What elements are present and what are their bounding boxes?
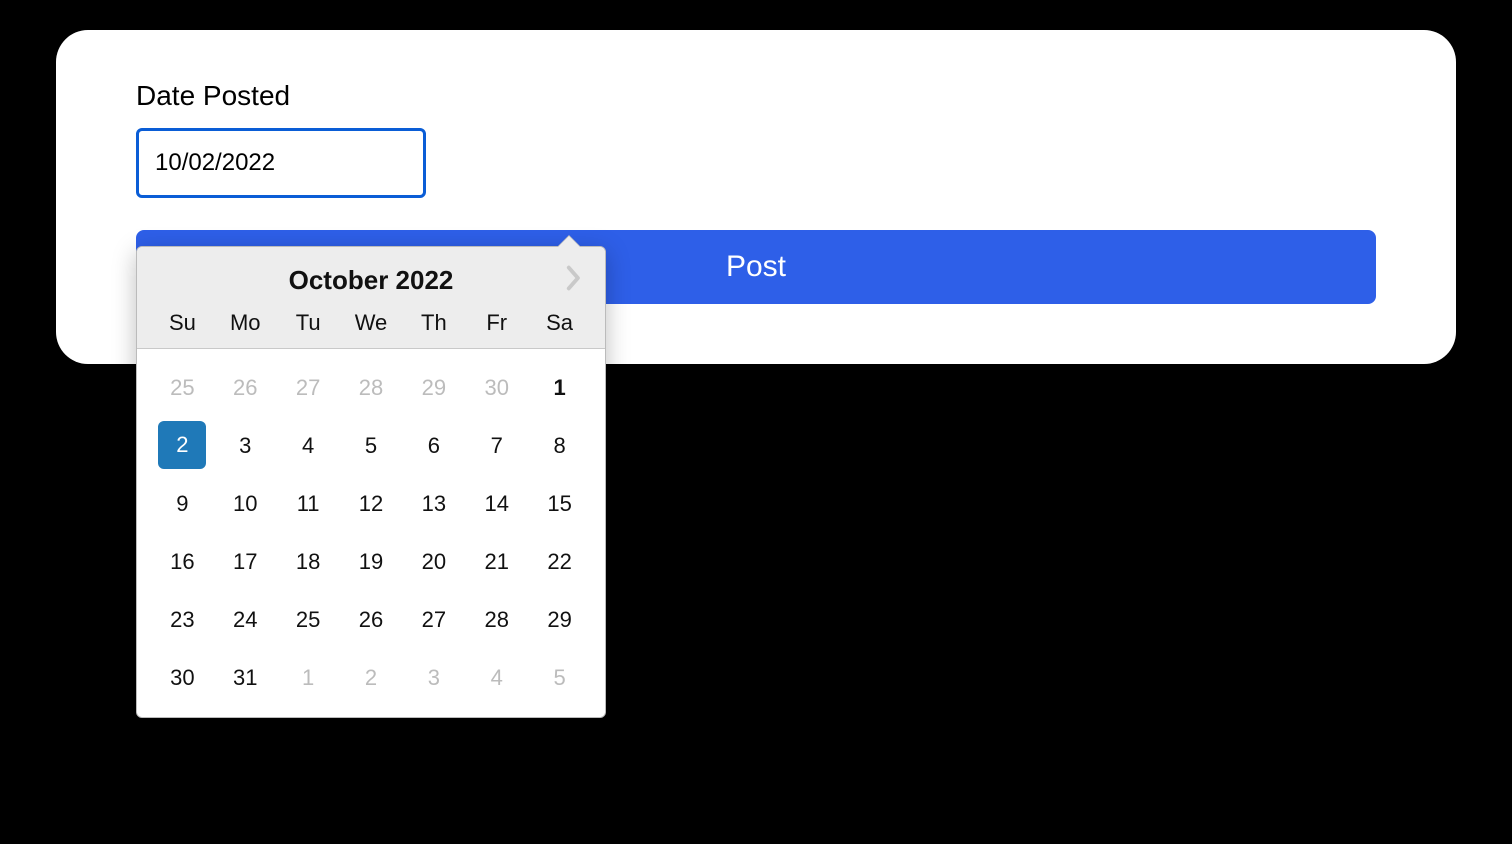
calendar-day[interactable]: 17 xyxy=(214,537,277,587)
calendar-day[interactable]: 30 xyxy=(465,363,528,413)
weekday-tu: Tu xyxy=(277,310,340,336)
calendar-day[interactable]: 31 xyxy=(214,653,277,703)
calendar-day[interactable]: 18 xyxy=(277,537,340,587)
calendar-day[interactable]: 3 xyxy=(214,421,277,471)
calendar-month-title[interactable]: October 2022 xyxy=(289,265,454,296)
date-picker-popover: October 2022 Su Mo Tu We Th Fr Sa 252627… xyxy=(136,246,606,718)
calendar-day[interactable]: 7 xyxy=(465,421,528,471)
calendar-day[interactable]: 28 xyxy=(340,363,403,413)
calendar-day[interactable]: 24 xyxy=(214,595,277,645)
calendar-day[interactable]: 26 xyxy=(214,363,277,413)
calendar-day[interactable]: 11 xyxy=(277,479,340,529)
calendar-day[interactable]: 20 xyxy=(402,537,465,587)
date-posted-input[interactable] xyxy=(136,128,426,198)
calendar-day[interactable]: 27 xyxy=(402,595,465,645)
calendar-day[interactable]: 28 xyxy=(465,595,528,645)
calendar-day[interactable]: 29 xyxy=(402,363,465,413)
calendar-day[interactable]: 16 xyxy=(151,537,214,587)
calendar-day[interactable]: 2 xyxy=(340,653,403,703)
calendar-day[interactable]: 5 xyxy=(340,421,403,471)
calendar-day[interactable]: 29 xyxy=(528,595,591,645)
calendar-day[interactable]: 23 xyxy=(151,595,214,645)
date-posted-label: Date Posted xyxy=(136,80,1376,112)
calendar-day[interactable]: 3 xyxy=(402,653,465,703)
calendar-day[interactable]: 9 xyxy=(151,479,214,529)
calendar-day[interactable]: 13 xyxy=(402,479,465,529)
weekday-mo: Mo xyxy=(214,310,277,336)
calendar-day[interactable]: 1 xyxy=(528,363,591,413)
weekday-fr: Fr xyxy=(465,310,528,336)
weekday-th: Th xyxy=(402,310,465,336)
weekday-su: Su xyxy=(151,310,214,336)
weekday-we: We xyxy=(340,310,403,336)
form-card: Date Posted Post October 2022 Su Mo Tu W… xyxy=(56,30,1456,364)
calendar-next-button[interactable] xyxy=(557,261,591,295)
weekday-sa: Sa xyxy=(528,310,591,336)
calendar-day[interactable]: 25 xyxy=(151,363,214,413)
calendar-day[interactable]: 6 xyxy=(402,421,465,471)
calendar-day[interactable]: 2 xyxy=(158,421,206,469)
calendar-day-grid: 2526272829301234567891011121314151617181… xyxy=(137,349,605,717)
calendar-day[interactable]: 22 xyxy=(528,537,591,587)
calendar-day[interactable]: 21 xyxy=(465,537,528,587)
chevron-right-icon xyxy=(565,265,583,291)
calendar-day[interactable]: 27 xyxy=(277,363,340,413)
calendar-day[interactable]: 4 xyxy=(277,421,340,471)
calendar-day[interactable]: 10 xyxy=(214,479,277,529)
calendar-header: October 2022 xyxy=(137,247,605,304)
calendar-day[interactable]: 30 xyxy=(151,653,214,703)
calendar-day[interactable]: 26 xyxy=(340,595,403,645)
calendar-day[interactable]: 14 xyxy=(465,479,528,529)
calendar-day[interactable]: 4 xyxy=(465,653,528,703)
calendar-day[interactable]: 8 xyxy=(528,421,591,471)
calendar-day[interactable]: 1 xyxy=(277,653,340,703)
calendar-day[interactable]: 25 xyxy=(277,595,340,645)
calendar-day[interactable]: 15 xyxy=(528,479,591,529)
calendar-day[interactable]: 5 xyxy=(528,653,591,703)
calendar-weekday-row: Su Mo Tu We Th Fr Sa xyxy=(137,304,605,349)
calendar-day[interactable]: 19 xyxy=(340,537,403,587)
calendar-day[interactable]: 12 xyxy=(340,479,403,529)
